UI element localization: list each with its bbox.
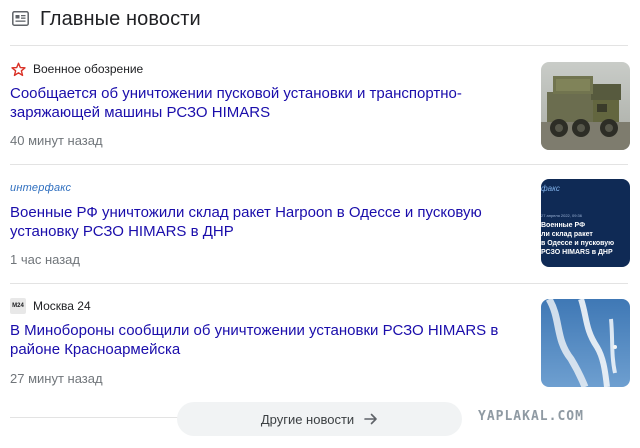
card-text-line: РСЗО HIMARS в ДНР bbox=[541, 249, 613, 256]
headline-link[interactable]: Военные РФ уничтожили склад ракет Harpoo… bbox=[10, 203, 520, 241]
more-news-label: Другие новости bbox=[260, 411, 355, 427]
card-text-line: в Одессе и пусковую bbox=[541, 240, 615, 247]
timestamp: 1 час назад bbox=[10, 252, 80, 267]
card-date: 27 апреля 2022, 09:36 bbox=[541, 213, 583, 218]
divider bbox=[10, 45, 628, 46]
news-article[interactable]: интерфакс Военные РФ уничтожили склад ра… bbox=[0, 179, 640, 278]
more-news-button[interactable]: Другие новости bbox=[177, 402, 462, 436]
newspaper-icon bbox=[12, 11, 29, 26]
source-row: Военное обозрение bbox=[10, 61, 143, 77]
card-text-line: Военные РФ bbox=[541, 222, 586, 229]
page-title: Главные новости bbox=[40, 8, 201, 30]
news-header: Главные новости bbox=[0, 0, 640, 44]
moscow24-logo-text: М24 bbox=[12, 303, 24, 309]
divider bbox=[10, 164, 628, 165]
source-name: Военное обозрение bbox=[33, 62, 144, 76]
news-article[interactable]: Военное обозрение Сообщается об уничтоже… bbox=[0, 61, 640, 159]
moscow24-logo: М24 bbox=[10, 298, 26, 314]
interfax-news-card[interactable]: факс 27 апреля 2022, 09:36 Военные РФ ли… bbox=[541, 179, 630, 267]
source-row: интерфакс bbox=[10, 180, 71, 196]
headline-link[interactable]: В Минобороны сообщили об уничтожении уст… bbox=[10, 321, 520, 359]
divider bbox=[10, 283, 628, 284]
headline-link[interactable]: Сообщается об уничтожении пусковой устан… bbox=[10, 84, 520, 122]
news-article[interactable]: М24 Москва 24 В Минобороны сообщили об у… bbox=[0, 298, 640, 396]
timestamp: 40 минут назад bbox=[10, 133, 103, 148]
missile-launch-sky-photo[interactable] bbox=[541, 299, 630, 387]
arrow-right-icon bbox=[364, 413, 377, 425]
interfax-logo: интерфакс bbox=[10, 182, 72, 194]
source-row: М24 Москва 24 bbox=[10, 298, 91, 314]
timestamp: 27 минут назад bbox=[10, 371, 103, 386]
red-star-icon bbox=[10, 61, 26, 77]
divider bbox=[10, 417, 178, 418]
card-text-line: ли склад ракет bbox=[541, 231, 593, 238]
military-vehicle-photo[interactable] bbox=[541, 62, 630, 150]
card-logo: факс bbox=[541, 184, 560, 193]
watermark: YAPLAKAL.COM bbox=[478, 409, 584, 424]
source-name: Москва 24 bbox=[33, 299, 91, 313]
